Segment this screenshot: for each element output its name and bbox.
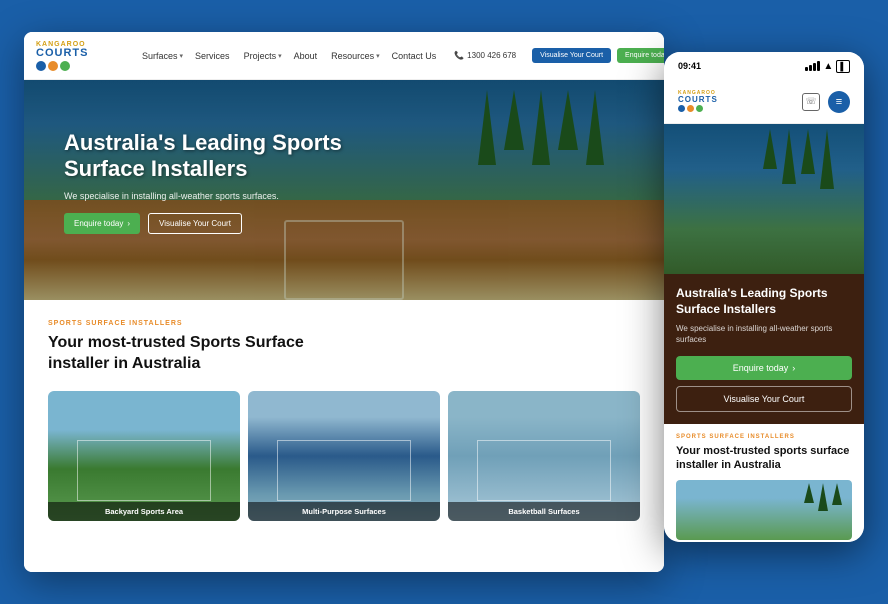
nav-link-services[interactable]: Services — [195, 51, 232, 61]
hero-subtitle: We specialise in installing all-weather … — [64, 191, 364, 201]
outer-container: KANGAROO COURTS Surfaces Services Projec… — [24, 22, 864, 582]
logo-circles — [36, 61, 88, 71]
mobile-circle-1 — [678, 105, 685, 112]
nav-link-surfaces[interactable]: Surfaces — [142, 51, 183, 61]
mobile-image-preview — [676, 480, 852, 540]
nav-link-contact[interactable]: Contact Us — [392, 51, 439, 61]
hero-enquire-button[interactable]: Enquire today › — [64, 213, 140, 234]
nav-phone: 📞 1300 426 678 — [454, 51, 516, 60]
wifi-icon: ▲ — [823, 61, 833, 72]
nav-buttons: Visualise Your Court Enquire today › — [532, 48, 664, 63]
nav-visualise-button[interactable]: Visualise Your Court — [532, 48, 611, 63]
nav-enquire-button[interactable]: Enquire today › — [617, 48, 664, 63]
tree-2 — [504, 90, 524, 150]
image-grid: Backyard Sports Area Multi-Purpose Surfa… — [48, 391, 640, 521]
mobile-hero — [664, 124, 864, 274]
mobile-logo: KANGAROO COURTS — [678, 91, 718, 112]
mobile-browser: 09:41 ▲ ▌ KANGAROO COURTS — [664, 52, 864, 542]
mobile-circle-2 — [687, 105, 694, 112]
mobile-content-dark: Australia's Leading Sports Surface Insta… — [664, 274, 864, 424]
image-card-basketball: Basketball Surfaces — [448, 391, 640, 521]
image-card-backyard: Backyard Sports Area — [48, 391, 240, 521]
mobile-navbar: KANGAROO COURTS ☏ ≡ — [664, 80, 864, 124]
mobile-btn-arrow: › — [792, 363, 795, 373]
mobile-content-label: SPORTS SURFACE INSTALLERS — [676, 434, 852, 440]
court-rect-3 — [477, 440, 611, 501]
phone-number: 1300 426 678 — [467, 51, 516, 60]
signal-bar-3 — [813, 63, 816, 71]
desktop-navbar: KANGAROO COURTS Surfaces Services Projec… — [24, 32, 664, 80]
mobile-img-tree-1 — [804, 483, 814, 503]
nav-link-resources[interactable]: Resources — [331, 51, 380, 61]
tree-5 — [586, 90, 604, 165]
desktop-logo-text: KANGAROO COURTS — [36, 41, 88, 71]
tree-4 — [558, 90, 578, 150]
mobile-visualise-button[interactable]: Visualise Your Court — [676, 386, 852, 412]
status-icons: ▲ ▌ — [805, 60, 850, 73]
court-rect-1 — [77, 440, 211, 501]
logo-circle-1 — [36, 61, 46, 71]
image-card-label-2: Multi-Purpose Surfaces — [248, 502, 440, 521]
mobile-logo-text: KANGAROO COURTS — [678, 91, 718, 104]
mobile-nav-icons: ☏ ≡ — [802, 91, 850, 113]
mobile-tree-1 — [763, 129, 777, 169]
mobile-content-title: Your most-trusted sports surface install… — [676, 444, 852, 473]
mobile-img-tree-2 — [818, 483, 828, 511]
mobile-circle-3 — [696, 105, 703, 112]
mobile-logo-courts: COURTS — [678, 96, 718, 104]
image-card-label-3: Basketball Surfaces — [448, 502, 640, 521]
signal-bars — [805, 61, 820, 71]
tree-1 — [478, 90, 496, 165]
mobile-logo-circles — [678, 105, 718, 112]
mobile-hero-trees — [763, 129, 834, 189]
mobile-hero-subtitle: We specialise in installing all-weather … — [676, 323, 852, 345]
image-card-multipurpose: Multi-Purpose Surfaces — [248, 391, 440, 521]
mobile-tree-2 — [782, 129, 796, 184]
court-rect-2 — [277, 440, 411, 501]
hero-content: Australia's Leading Sports Surface Insta… — [64, 130, 364, 234]
hero-trees — [478, 90, 604, 165]
mobile-section2: SPORTS SURFACE INSTALLERS Your most-trus… — [664, 424, 864, 542]
mobile-menu-icon[interactable]: ≡ — [828, 91, 850, 113]
btn-arrow-icon: › — [127, 219, 130, 228]
logo-circle-2 — [48, 61, 58, 71]
mobile-img-trees — [804, 483, 842, 511]
content-title: Your most-trusted Sports Surface install… — [48, 333, 308, 375]
mobile-img-tree-3 — [832, 483, 842, 505]
logo-circle-3 — [60, 61, 70, 71]
nav-link-about[interactable]: About — [294, 51, 320, 61]
hero-title: Australia's Leading Sports Surface Insta… — [64, 130, 364, 183]
hero-buttons: Enquire today › Visualise Your Court — [64, 213, 364, 234]
content-label: SPORTS SURFACE INSTALLERS — [48, 320, 640, 327]
signal-bar-1 — [805, 67, 808, 71]
image-card-label-1: Backyard Sports Area — [48, 502, 240, 521]
mobile-hero-title: Australia's Leading Sports Surface Insta… — [676, 286, 852, 317]
nav-link-projects[interactable]: Projects — [244, 51, 282, 61]
signal-bar-2 — [809, 65, 812, 71]
desktop-browser: KANGAROO COURTS Surfaces Services Projec… — [24, 32, 664, 572]
signal-bar-4 — [817, 61, 820, 71]
desktop-nav-links: Surfaces Services Projects About Resourc… — [142, 51, 438, 61]
mobile-status-bar: 09:41 ▲ ▌ — [664, 52, 864, 80]
battery-icon: ▌ — [836, 60, 850, 73]
desktop-hero: Australia's Leading Sports Surface Insta… — [24, 80, 664, 300]
mobile-tree-3 — [801, 129, 815, 174]
mobile-enquire-button[interactable]: Enquire today › — [676, 356, 852, 380]
desktop-content-section: SPORTS SURFACE INSTALLERS Your most-trus… — [24, 300, 664, 572]
tree-3 — [532, 90, 550, 165]
phone-icon: 📞 — [454, 51, 464, 60]
mobile-tree-4 — [820, 129, 834, 189]
mobile-phone-icon[interactable]: ☏ — [802, 93, 820, 111]
mobile-time: 09:41 — [678, 61, 701, 71]
desktop-logo: KANGAROO COURTS — [36, 41, 126, 71]
hero-visualise-button[interactable]: Visualise Your Court — [148, 213, 242, 234]
logo-courts-text: COURTS — [36, 48, 88, 59]
